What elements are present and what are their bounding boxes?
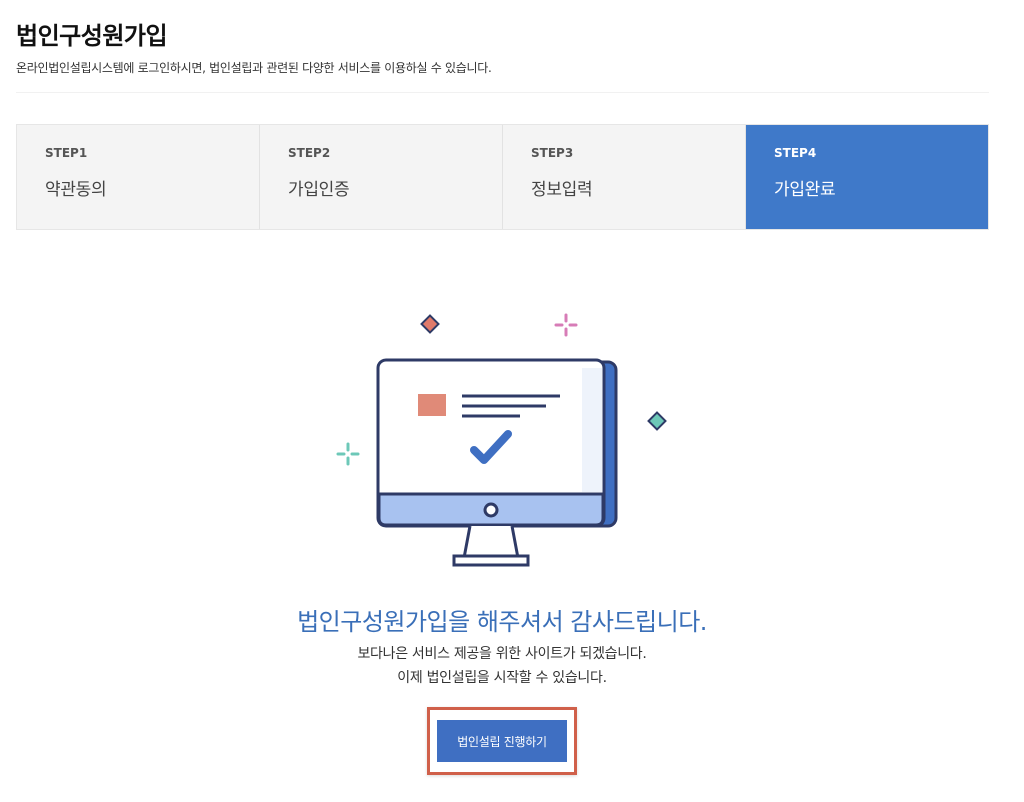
header-divider <box>16 92 989 93</box>
step-number: STEP4 <box>774 146 817 160</box>
page-title: 법인구성원가입 <box>16 22 168 50</box>
thanks-message-line-2: 이제 법인설립을 시작할 수 있습니다. <box>397 670 607 686</box>
diamond-sparkle-icon <box>420 314 440 334</box>
signup-complete-page: 법인구성원가입 온라인법인설립시스템에 로그인하시면, 법인설립과 관련된 다양… <box>0 0 1024 802</box>
thanks-title: 법인구성원가입을 해주셔서 감사드립니다. <box>297 608 707 636</box>
page-subtitle: 온라인법인설립시스템에 로그인하시면, 법인설립과 관련된 다양한 서비스를 이… <box>16 61 492 75</box>
cross-sparkle-icon <box>554 313 578 337</box>
step-number: STEP2 <box>288 146 331 160</box>
step-2: STEP2 가입인증 <box>260 125 503 229</box>
step-number: STEP1 <box>45 146 88 160</box>
step-progress: STEP1 약관동의 STEP2 가입인증 STEP3 정보입력 STEP4 가… <box>16 124 989 230</box>
step-label: 정보입력 <box>531 180 593 200</box>
start-incorporation-button[interactable]: 법인설립 진행하기 <box>437 720 567 762</box>
step-4-active: STEP4 가입완료 <box>746 125 988 229</box>
step-number: STEP3 <box>531 146 574 160</box>
cross-sparkle-icon <box>336 442 360 466</box>
step-label: 가입인증 <box>288 180 350 200</box>
step-label: 약관동의 <box>45 180 107 200</box>
thanks-message-line-1: 보다나은 서비스 제공을 위한 사이트가 되겠습니다. <box>357 646 647 662</box>
cta-highlight-frame: 법인설립 진행하기 <box>427 707 577 775</box>
monitor-checkmark-icon <box>336 313 667 567</box>
step-3: STEP3 정보입력 <box>503 125 746 229</box>
step-label: 가입완료 <box>774 180 836 200</box>
step-1: STEP1 약관동의 <box>17 125 260 229</box>
diamond-sparkle-icon <box>647 411 667 431</box>
